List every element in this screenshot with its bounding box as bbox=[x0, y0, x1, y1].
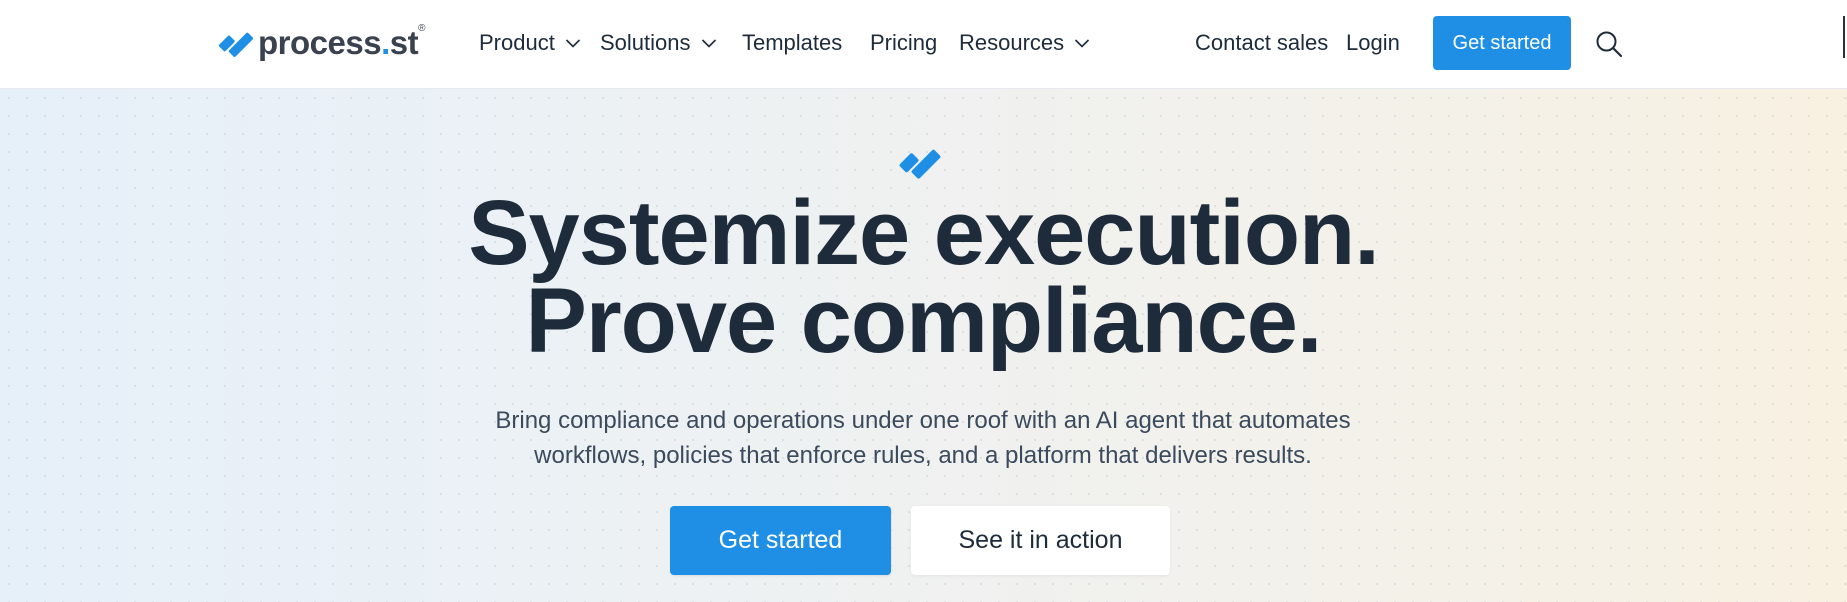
hero-subtext: Bring compliance and operations under on… bbox=[423, 403, 1423, 473]
nav-item-product[interactable]: Product bbox=[479, 28, 581, 58]
nav-item-label: Product bbox=[479, 30, 555, 55]
process-st-logo-icon bbox=[899, 149, 941, 179]
logo[interactable]: process.st® bbox=[218, 20, 425, 64]
logo-wordmark: process.st® bbox=[258, 22, 425, 61]
contact-sales-link[interactable]: Contact sales bbox=[1195, 28, 1328, 58]
hero-section: Systemize execution. Prove compliance. B… bbox=[0, 89, 1847, 602]
nav-item-resources[interactable]: Resources bbox=[959, 28, 1090, 58]
nav-item-templates[interactable]: Templates bbox=[742, 28, 842, 58]
headline-line: Prove compliance. bbox=[525, 270, 1323, 372]
search-icon[interactable] bbox=[1595, 30, 1623, 58]
get-started-button[interactable]: Get started bbox=[670, 506, 891, 575]
chevron-down-icon bbox=[701, 39, 716, 48]
chevron-down-icon bbox=[565, 39, 580, 48]
hero-headline: Systemize execution. Prove compliance. bbox=[0, 182, 1847, 372]
headline-line: Systemize execution. bbox=[468, 182, 1380, 284]
nav-item-label: Solutions bbox=[600, 30, 691, 55]
nav-item-label: Templates bbox=[742, 30, 843, 55]
process-st-logo-icon bbox=[218, 32, 254, 57]
nav-item-label: Resources bbox=[959, 30, 1065, 55]
header-get-started-button[interactable]: Get started bbox=[1433, 16, 1571, 70]
subtext-line: workflows, policies that enforce rules, … bbox=[534, 442, 1312, 469]
subtext-line: Bring compliance and operations under on… bbox=[495, 407, 1351, 434]
nav-item-label: Pricing bbox=[870, 30, 938, 55]
nav-item-solutions[interactable]: Solutions bbox=[600, 28, 717, 58]
see-it-in-action-button[interactable]: See it in action bbox=[911, 506, 1170, 575]
nav-item-pricing[interactable]: Pricing bbox=[870, 28, 937, 58]
site-header: process.st® Product Solutions Templates … bbox=[0, 0, 1847, 89]
chevron-down-icon bbox=[1075, 39, 1090, 48]
login-link[interactable]: Login bbox=[1346, 28, 1400, 58]
scrollbar[interactable] bbox=[1843, 16, 1845, 58]
